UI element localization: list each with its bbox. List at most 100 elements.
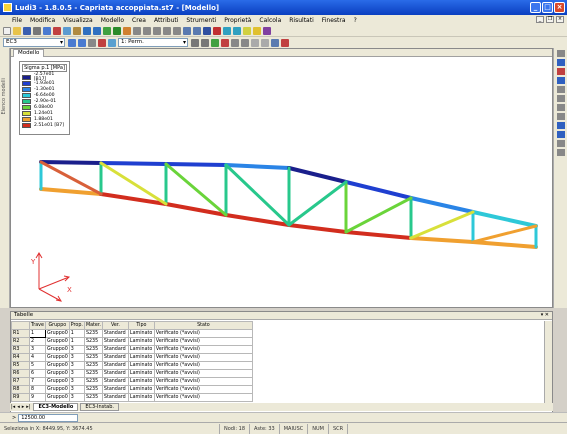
table-vertical-scrollbar[interactable] (544, 321, 552, 405)
legend-icon[interactable] (241, 38, 249, 47)
menu-calcola[interactable]: Calcola (259, 17, 281, 24)
minimize-button[interactable]: _ (530, 2, 541, 13)
table-icon[interactable] (68, 38, 76, 47)
table-row[interactable]: R8 8 Gruppo0 3 S235 Standard Laminato Verificat… (11, 385, 253, 394)
stop-icon[interactable] (281, 38, 289, 47)
solve-icon[interactable] (233, 26, 241, 35)
command-input[interactable]: 12500.00 (18, 413, 79, 422)
menu-risultati[interactable]: Risultati (289, 17, 313, 24)
select-icon[interactable] (103, 26, 111, 35)
node-icon[interactable] (113, 26, 121, 35)
measure-tool-icon[interactable] (557, 149, 565, 156)
view-front-icon[interactable] (193, 26, 201, 35)
help-icon[interactable] (253, 26, 261, 35)
menu-attributi[interactable]: Attributi (154, 17, 178, 24)
zoom-in-icon[interactable] (143, 26, 151, 35)
cut-icon[interactable] (53, 26, 61, 35)
mirror-tool-icon[interactable] (557, 140, 565, 147)
pointer-icon[interactable] (557, 50, 565, 57)
menu-modifica[interactable]: Modifica (30, 17, 55, 24)
prev-case-icon[interactable] (191, 38, 199, 47)
load-case-select[interactable]: 1: Perm. (118, 38, 188, 47)
next-case-icon[interactable] (201, 38, 209, 47)
new-file-icon[interactable] (3, 26, 11, 35)
move-tool-icon[interactable] (557, 122, 565, 129)
menu-crea[interactable]: Crea (132, 17, 146, 24)
menu-help[interactable]: ? (354, 17, 357, 24)
contour-icon[interactable] (211, 38, 219, 47)
dimension-tool-icon[interactable] (557, 95, 565, 102)
info-icon[interactable] (263, 26, 271, 35)
model-viewport[interactable]: Modello Y X (10, 48, 553, 308)
first-sheet-arrow-icon[interactable]: |◂ (11, 404, 15, 410)
pencil-icon[interactable] (557, 68, 565, 75)
column-header[interactable]: Prop. (68, 321, 85, 330)
print-icon[interactable] (33, 26, 41, 35)
settings-icon[interactable] (261, 38, 269, 47)
arc-tool-icon[interactable] (557, 86, 565, 93)
last-sheet-arrow-icon[interactable]: ▸| (26, 404, 30, 410)
maximize-button[interactable]: □ (542, 2, 553, 13)
zoom-out-icon[interactable] (153, 26, 161, 35)
menu-strumenti[interactable]: Strumenti (186, 17, 216, 24)
animate-icon[interactable] (231, 38, 239, 47)
menu-proprieta[interactable]: Proprietà (224, 17, 251, 24)
menu-finestra[interactable]: Finestra (322, 17, 346, 24)
undo-icon[interactable] (83, 26, 91, 35)
lamp-icon[interactable] (243, 26, 251, 35)
table-row[interactable]: R9 9 Gruppo0 3 S235 Standard Laminato Verificat… (11, 393, 253, 402)
next-sheet-arrow-icon[interactable]: ▸ (22, 404, 25, 410)
table-row[interactable]: R5 5 Gruppo0 3 S235 Standard Laminato Verificat… (11, 361, 253, 370)
analysis-select[interactable]: EC3 (3, 38, 65, 47)
column-header[interactable]: Tipo (127, 321, 155, 330)
mdi-close-button[interactable]: × (556, 16, 564, 23)
rectangle-tool-icon[interactable] (557, 77, 565, 84)
menu-visualizza[interactable]: Visualizza (63, 17, 93, 24)
grid-icon[interactable] (78, 38, 86, 47)
view-3d-icon[interactable] (183, 26, 191, 35)
zoom-icon[interactable] (133, 26, 141, 35)
table-row[interactable]: R6 6 Gruppo0 3 S235 Standard Laminato Verificat… (11, 369, 253, 378)
sheet-tab-ec3-modello[interactable]: EC3-Modello (33, 403, 79, 411)
column-header[interactable]: Trave (29, 321, 46, 330)
mesh-icon[interactable] (223, 26, 231, 35)
text-tool-icon[interactable] (557, 104, 565, 111)
panel-controls[interactable]: ▾ ✕ (541, 312, 549, 319)
table-row[interactable]: R1 1 Gruppo0 1 S235 Standard Laminato Verificat… (11, 329, 253, 338)
print-preview-icon[interactable] (43, 26, 51, 35)
menu-file[interactable]: File (12, 17, 22, 24)
rotate-tool-icon[interactable] (557, 131, 565, 138)
view-top-icon[interactable] (203, 26, 211, 35)
table-row[interactable]: R4 4 Gruppo0 3 S235 Standard Laminato Verificat… (11, 353, 253, 362)
mdi-restore-button[interactable]: ❐ (546, 16, 554, 23)
beam-icon[interactable] (123, 26, 131, 35)
column-header[interactable]: Stato (153, 321, 253, 330)
delete-icon[interactable] (98, 38, 106, 47)
scale-icon[interactable] (251, 38, 259, 47)
column-header[interactable]: Mater. (83, 321, 103, 330)
copy-icon[interactable] (63, 26, 71, 35)
pan-icon[interactable] (173, 26, 181, 35)
sheet-tab-ec3-instab[interactable]: EC3-Instab. (80, 403, 119, 411)
report-icon[interactable] (271, 38, 279, 47)
refresh-icon[interactable] (88, 38, 96, 47)
options-icon[interactable] (108, 38, 116, 47)
copy-tool-icon[interactable] (557, 113, 565, 120)
models-list-label[interactable]: Elenco modelli (1, 78, 7, 115)
paste-icon[interactable] (73, 26, 81, 35)
column-header[interactable]: Ver. (101, 321, 129, 330)
line-tool-icon[interactable] (557, 59, 565, 66)
deformed-icon[interactable] (221, 38, 229, 47)
left-panel-strip[interactable]: Elenco modelli (0, 48, 10, 308)
prev-sheet-arrow-icon[interactable]: ◂ (17, 404, 20, 410)
menu-modello[interactable]: Modello (101, 17, 124, 24)
table-row[interactable]: R7 7 Gruppo0 3 S235 Standard Laminato Verificat… (11, 377, 253, 386)
mdi-minimize-button[interactable]: _ (536, 16, 544, 23)
save-icon[interactable] (23, 26, 31, 35)
close-button[interactable]: × (554, 2, 565, 13)
open-folder-icon[interactable] (13, 26, 21, 35)
redo-icon[interactable] (93, 26, 101, 35)
table-row[interactable]: R2 2 Gruppo0 1 S235 Standard Laminato Verificat… (11, 337, 253, 346)
results-icon[interactable] (213, 26, 221, 35)
zoom-window-icon[interactable] (163, 26, 171, 35)
